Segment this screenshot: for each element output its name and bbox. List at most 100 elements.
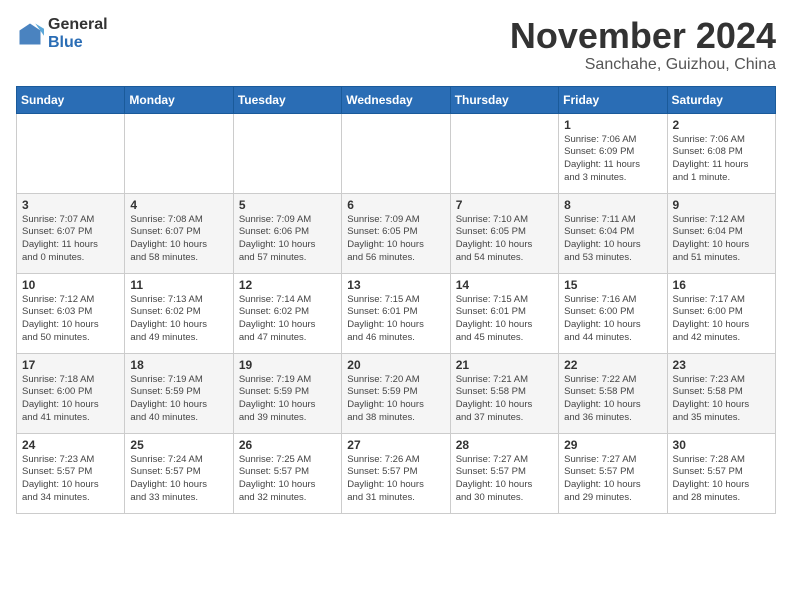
day-info: Sunrise: 7:21 AM Sunset: 5:58 PM Dayligh…: [456, 374, 553, 425]
day-info: Sunrise: 7:24 AM Sunset: 5:57 PM Dayligh…: [130, 454, 227, 505]
day-number: 24: [22, 438, 119, 452]
day-number: 12: [239, 278, 336, 292]
day-number: 2: [673, 118, 770, 132]
calendar-cell: 20 Sunrise: 7:20 AM Sunset: 5:59 PM Dayli…: [342, 353, 450, 433]
title-section: November 2024 Sanchahe, Guizhou, China: [510, 16, 776, 74]
calendar-body: 1 Sunrise: 7:06 AM Sunset: 6:09 PM Daylig…: [17, 113, 776, 513]
day-info: Sunrise: 7:27 AM Sunset: 5:57 PM Dayligh…: [564, 454, 661, 505]
calendar-cell: 22Sunrise: 7:22 AM Sunset: 5:58 PM Dayli…: [559, 353, 667, 433]
calendar-week-row: 17 Sunrise: 7:18 AM Sunset: 6:00 PM Dayli…: [17, 353, 776, 433]
calendar-cell: 10 Sunrise: 7:12 AM Sunset: 6:03 PM Dayli…: [17, 273, 125, 353]
day-number: 15: [564, 278, 661, 292]
day-number: 16: [673, 278, 770, 292]
day-number: 10: [22, 278, 119, 292]
weekday-header-saturday: Saturday: [667, 86, 775, 113]
day-info: Sunrise: 7:09 AM Sunset: 6:05 PM Dayligh…: [347, 214, 444, 265]
day-number: 29: [564, 438, 661, 452]
day-info: Sunrise: 7:22 AM Sunset: 5:58 PM Dayligh…: [564, 374, 661, 425]
day-number: 1: [564, 118, 661, 132]
day-number: 25: [130, 438, 227, 452]
calendar-header: SundayMondayTuesdayWednesdayThursdayFrid…: [17, 86, 776, 113]
day-number: 20: [347, 358, 444, 372]
day-number: 4: [130, 198, 227, 212]
logo-icon: [16, 20, 44, 48]
day-info: Sunrise: 7:26 AM Sunset: 5:57 PM Dayligh…: [347, 454, 444, 505]
day-number: 8: [564, 198, 661, 212]
calendar-cell: 9 Sunrise: 7:12 AM Sunset: 6:04 PM Daylig…: [667, 193, 775, 273]
day-info: Sunrise: 7:15 AM Sunset: 6:01 PM Dayligh…: [456, 294, 553, 345]
calendar-cell: 3Sunrise: 7:07 AM Sunset: 6:07 PM Daylig…: [17, 193, 125, 273]
weekday-header-sunday: Sunday: [17, 86, 125, 113]
day-info: Sunrise: 7:17 AM Sunset: 6:00 PM Dayligh…: [673, 294, 770, 345]
day-info: Sunrise: 7:08 AM Sunset: 6:07 PM Dayligh…: [130, 214, 227, 265]
day-info: Sunrise: 7:19 AM Sunset: 5:59 PM Dayligh…: [239, 374, 336, 425]
logo-blue-label: Blue: [48, 34, 108, 52]
day-number: 26: [239, 438, 336, 452]
day-number: 7: [456, 198, 553, 212]
day-info: Sunrise: 7:18 AM Sunset: 6:00 PM Dayligh…: [22, 374, 119, 425]
day-info: Sunrise: 7:12 AM Sunset: 6:03 PM Dayligh…: [22, 294, 119, 345]
calendar-cell: 30 Sunrise: 7:28 AM Sunset: 5:57 PM Dayli…: [667, 433, 775, 513]
day-info: Sunrise: 7:11 AM Sunset: 6:04 PM Dayligh…: [564, 214, 661, 265]
weekday-header-row: SundayMondayTuesdayWednesdayThursdayFrid…: [17, 86, 776, 113]
calendar-cell: 27 Sunrise: 7:26 AM Sunset: 5:57 PM Dayli…: [342, 433, 450, 513]
day-number: 18: [130, 358, 227, 372]
day-info: Sunrise: 7:12 AM Sunset: 6:04 PM Dayligh…: [673, 214, 770, 265]
calendar-cell: 21 Sunrise: 7:21 AM Sunset: 5:58 PM Dayli…: [450, 353, 558, 433]
calendar-cell: 16 Sunrise: 7:17 AM Sunset: 6:00 PM Dayli…: [667, 273, 775, 353]
month-title: November 2024: [510, 16, 776, 56]
page-header: General Blue November 2024 Sanchahe, Gui…: [16, 16, 776, 74]
calendar-table: SundayMondayTuesdayWednesdayThursdayFrid…: [16, 86, 776, 514]
day-number: 23: [673, 358, 770, 372]
calendar-cell: 18 Sunrise: 7:19 AM Sunset: 5:59 PM Dayli…: [125, 353, 233, 433]
day-number: 5: [239, 198, 336, 212]
calendar-cell: 15 Sunrise: 7:16 AM Sunset: 6:00 PM Dayli…: [559, 273, 667, 353]
weekday-header-wednesday: Wednesday: [342, 86, 450, 113]
weekday-header-monday: Monday: [125, 86, 233, 113]
day-info: Sunrise: 7:19 AM Sunset: 5:59 PM Dayligh…: [130, 374, 227, 425]
weekday-header-tuesday: Tuesday: [233, 86, 341, 113]
day-info: Sunrise: 7:06 AM Sunset: 6:09 PM Dayligh…: [564, 134, 661, 185]
calendar-cell: 25 Sunrise: 7:24 AM Sunset: 5:57 PM Dayli…: [125, 433, 233, 513]
calendar-cell: 8 Sunrise: 7:11 AM Sunset: 6:04 PM Daylig…: [559, 193, 667, 273]
day-number: 27: [347, 438, 444, 452]
day-number: 21: [456, 358, 553, 372]
logo-general-label: General: [48, 16, 108, 34]
day-info: Sunrise: 7:20 AM Sunset: 5:59 PM Dayligh…: [347, 374, 444, 425]
day-info: Sunrise: 7:16 AM Sunset: 6:00 PM Dayligh…: [564, 294, 661, 345]
calendar-week-row: 1 Sunrise: 7:06 AM Sunset: 6:09 PM Daylig…: [17, 113, 776, 193]
day-info: Sunrise: 7:13 AM Sunset: 6:02 PM Dayligh…: [130, 294, 227, 345]
calendar-cell: 23Sunrise: 7:23 AM Sunset: 5:58 PM Dayli…: [667, 353, 775, 433]
calendar-week-row: 10 Sunrise: 7:12 AM Sunset: 6:03 PM Dayli…: [17, 273, 776, 353]
day-info: Sunrise: 7:27 AM Sunset: 5:57 PM Dayligh…: [456, 454, 553, 505]
day-info: Sunrise: 7:06 AM Sunset: 6:08 PM Dayligh…: [673, 134, 770, 185]
calendar-cell: 24 Sunrise: 7:23 AM Sunset: 5:57 PM Dayli…: [17, 433, 125, 513]
logo: General Blue: [16, 16, 108, 51]
day-info: Sunrise: 7:07 AM Sunset: 6:07 PM Dayligh…: [22, 214, 119, 265]
day-info: Sunrise: 7:09 AM Sunset: 6:06 PM Dayligh…: [239, 214, 336, 265]
calendar-week-row: 24 Sunrise: 7:23 AM Sunset: 5:57 PM Dayli…: [17, 433, 776, 513]
calendar-cell: 2 Sunrise: 7:06 AM Sunset: 6:08 PM Daylig…: [667, 113, 775, 193]
day-info: Sunrise: 7:14 AM Sunset: 6:02 PM Dayligh…: [239, 294, 336, 345]
weekday-header-friday: Friday: [559, 86, 667, 113]
day-info: Sunrise: 7:10 AM Sunset: 6:05 PM Dayligh…: [456, 214, 553, 265]
location-title: Sanchahe, Guizhou, China: [510, 56, 776, 74]
calendar-cell: 13 Sunrise: 7:15 AM Sunset: 6:01 PM Dayli…: [342, 273, 450, 353]
day-info: Sunrise: 7:25 AM Sunset: 5:57 PM Dayligh…: [239, 454, 336, 505]
calendar-cell: 1 Sunrise: 7:06 AM Sunset: 6:09 PM Daylig…: [559, 113, 667, 193]
day-number: 11: [130, 278, 227, 292]
day-info: Sunrise: 7:28 AM Sunset: 5:57 PM Dayligh…: [673, 454, 770, 505]
calendar-cell: 5 Sunrise: 7:09 AM Sunset: 6:06 PM Daylig…: [233, 193, 341, 273]
day-number: 17: [22, 358, 119, 372]
calendar-cell: 6Sunrise: 7:09 AM Sunset: 6:05 PM Daylig…: [342, 193, 450, 273]
day-info: Sunrise: 7:23 AM Sunset: 5:57 PM Dayligh…: [22, 454, 119, 505]
day-number: 30: [673, 438, 770, 452]
day-info: Sunrise: 7:15 AM Sunset: 6:01 PM Dayligh…: [347, 294, 444, 345]
calendar-cell: [342, 113, 450, 193]
calendar-cell: 4 Sunrise: 7:08 AM Sunset: 6:07 PM Daylig…: [125, 193, 233, 273]
day-number: 14: [456, 278, 553, 292]
calendar-cell: [450, 113, 558, 193]
day-number: 13: [347, 278, 444, 292]
day-number: 9: [673, 198, 770, 212]
calendar-cell: 19Sunrise: 7:19 AM Sunset: 5:59 PM Dayli…: [233, 353, 341, 433]
